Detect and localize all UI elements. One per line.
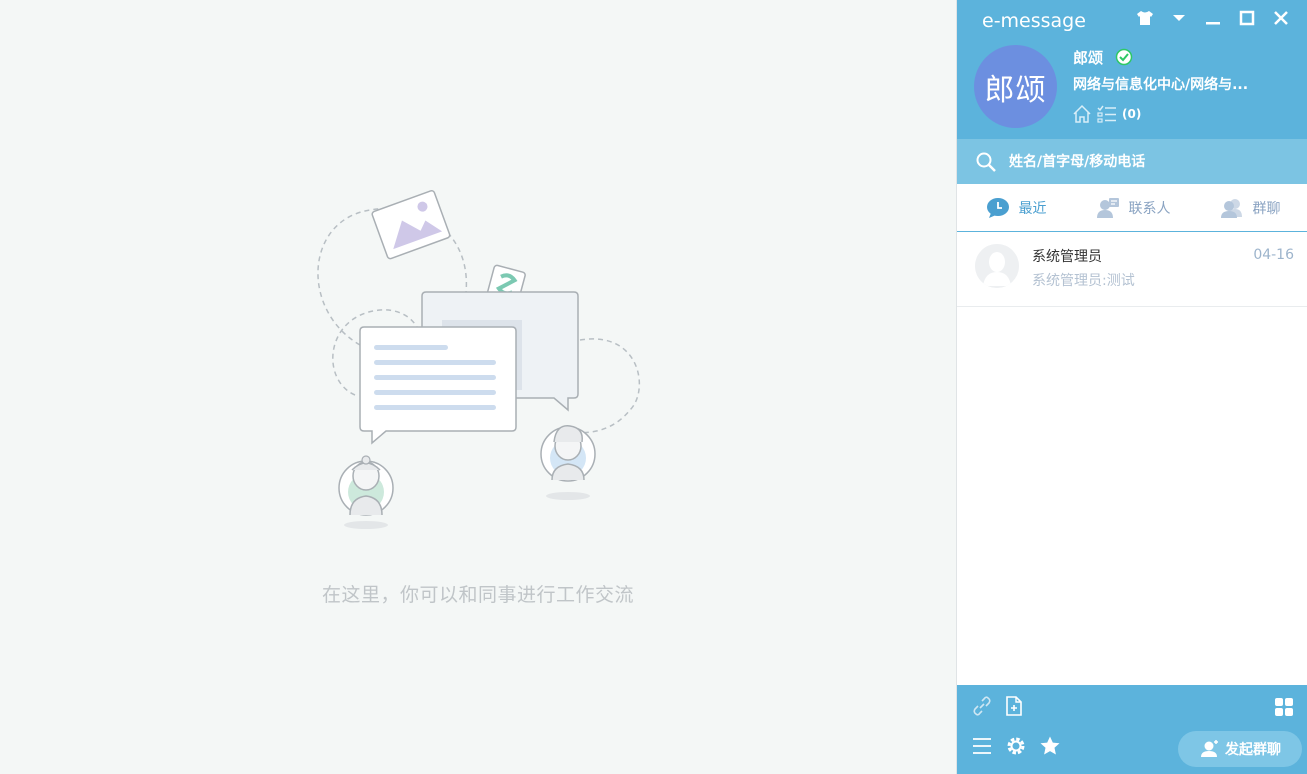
close-button[interactable] bbox=[1264, 6, 1298, 30]
tab-recent-label: 最近 bbox=[1018, 200, 1047, 217]
conversation-item[interactable]: 系统管理员 04-16 系统管理员:测试 bbox=[957, 232, 1307, 307]
minimize-icon bbox=[1206, 22, 1220, 25]
conversation-name: 系统管理员 bbox=[1032, 249, 1102, 265]
tab-recent[interactable]: 最近 bbox=[957, 184, 1074, 231]
default-user-icon bbox=[975, 244, 1019, 288]
close-icon bbox=[1274, 11, 1288, 25]
search-input[interactable] bbox=[1007, 149, 1291, 175]
footer-toolbar: 发起群聊 bbox=[957, 685, 1307, 774]
app-title: e-message bbox=[982, 10, 1086, 32]
tab-contacts[interactable]: 联系人 bbox=[1074, 184, 1191, 231]
footer-tools-bottom bbox=[971, 735, 1061, 757]
search-icon bbox=[976, 152, 996, 172]
footer-tools-top bbox=[971, 695, 1025, 717]
todo-count: (0) bbox=[1122, 107, 1142, 121]
start-group-chat-button[interactable]: 发起群聊 bbox=[1178, 731, 1302, 767]
header: e-message 郎颂 郎颂 网络与信息化中心/网络与... (0) bbox=[957, 0, 1307, 139]
chat-area: 在这里，你可以和同事进行工作交流 bbox=[0, 0, 956, 774]
home-icon[interactable] bbox=[1072, 104, 1092, 124]
search-bar bbox=[957, 139, 1307, 184]
skin-button[interactable] bbox=[1128, 6, 1162, 30]
link-icon[interactable] bbox=[971, 695, 993, 717]
todo-list-icon[interactable] bbox=[1096, 104, 1118, 124]
user-avatar[interactable]: 郎颂 bbox=[974, 45, 1057, 128]
settings-gear-icon[interactable] bbox=[1005, 735, 1027, 757]
new-file-icon[interactable] bbox=[1003, 695, 1025, 717]
online-status-icon bbox=[1115, 48, 1133, 66]
maximize-button[interactable] bbox=[1230, 6, 1264, 30]
start-group-chat-label: 发起群聊 bbox=[1225, 742, 1281, 758]
maximize-icon bbox=[1239, 10, 1255, 26]
window-controls bbox=[1128, 6, 1298, 30]
apps-grid-icon[interactable] bbox=[1274, 697, 1294, 717]
conversation-date: 04-16 bbox=[1253, 247, 1294, 263]
menu-icon[interactable] bbox=[971, 735, 993, 757]
minimize-button[interactable] bbox=[1196, 6, 1230, 30]
conversation-preview: 系统管理员:测试 bbox=[1032, 273, 1135, 289]
group-icon bbox=[1220, 198, 1242, 218]
conversation-list: 系统管理员 04-16 系统管理员:测试 bbox=[957, 232, 1307, 307]
user-tools: (0) bbox=[1072, 104, 1141, 124]
nav-tabs: 最近 联系人 群聊 bbox=[957, 184, 1307, 232]
contacts-icon bbox=[1096, 197, 1119, 218]
tab-groups-label: 群聊 bbox=[1252, 200, 1281, 217]
user-department: 网络与信息化中心/网络与... bbox=[1073, 77, 1249, 93]
favorites-star-icon[interactable] bbox=[1039, 735, 1061, 757]
tab-contacts-label: 联系人 bbox=[1128, 200, 1171, 217]
tab-groups[interactable]: 群聊 bbox=[1191, 184, 1307, 231]
empty-chat-illustration bbox=[317, 189, 641, 529]
recent-chat-icon bbox=[986, 197, 1009, 218]
messenger-panel: e-message 郎颂 郎颂 网络与信息化中心/网络与... (0) 姓名/首… bbox=[956, 0, 1307, 774]
menu-dropdown-button[interactable] bbox=[1162, 6, 1196, 30]
dropdown-icon bbox=[1173, 15, 1185, 21]
user-name: 郎颂 bbox=[1073, 49, 1104, 67]
empty-state-text: 在这里，你可以和同事进行工作交流 bbox=[321, 584, 634, 606]
contact-avatar bbox=[975, 244, 1019, 288]
group-chat-icon bbox=[1201, 740, 1218, 757]
skin-icon bbox=[1137, 11, 1153, 25]
